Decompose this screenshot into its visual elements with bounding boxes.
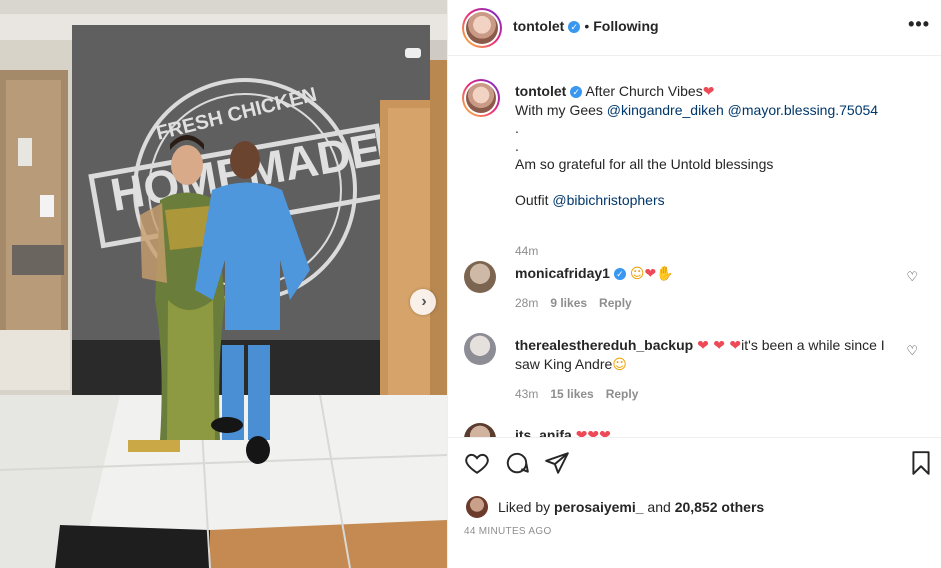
- likes-prefix: Liked by: [498, 499, 555, 515]
- commenter-avatar[interactable]: [464, 261, 496, 293]
- post-header: tontolet ✓ • Following •••: [448, 0, 941, 56]
- next-photo-button[interactable]: ›: [410, 289, 436, 315]
- comment-username[interactable]: monicafriday1: [515, 265, 610, 281]
- photo-scene: HOMEMADE FRESH CHICKEN: [0, 0, 447, 568]
- caption-dot: .: [515, 120, 519, 136]
- comment-likes[interactable]: 15 likes: [550, 387, 593, 401]
- heart-emoji-icon: ❤ ❤ ❤: [697, 338, 742, 354]
- comment-text: monicafriday1 ✓ ☺❤✋: [515, 264, 674, 283]
- like-comment-heart-icon[interactable]: ♡: [906, 343, 918, 359]
- comment-likes[interactable]: 9 likes: [550, 296, 587, 310]
- comment-item: monicafriday1 ✓ ☺❤✋ ♡ 28m 9 likes Reply: [464, 261, 926, 321]
- liker-username[interactable]: perosaiyemi_: [554, 499, 644, 515]
- post-timestamp[interactable]: 44 MINUTES AGO: [464, 526, 552, 537]
- verified-badge-icon: ✓: [570, 86, 583, 99]
- heart-emoji-icon: ❤: [644, 266, 657, 282]
- caption-block: tontolet ✓ After Church Vibes❤ With my Ge…: [462, 77, 926, 258]
- comment-time: 28m: [515, 296, 539, 310]
- commenter-avatar[interactable]: [464, 333, 496, 365]
- share-icon[interactable]: [544, 450, 570, 476]
- more-options-icon[interactable]: •••: [908, 14, 930, 35]
- author-username[interactable]: tontolet: [513, 18, 564, 34]
- likes-count[interactable]: 20,852 others: [675, 499, 765, 515]
- like-comment-heart-icon[interactable]: ♡: [906, 269, 918, 285]
- likes-summary: Liked by perosaiyemi_ and 20,852 others: [498, 499, 764, 515]
- author-avatar[interactable]: [462, 8, 502, 48]
- reply-button[interactable]: Reply: [606, 387, 639, 401]
- verified-badge-icon: ✓: [568, 21, 581, 34]
- comment-item: its_anifa ❤❤❤: [464, 423, 926, 437]
- comment-meta: 43m 15 likes Reply: [515, 387, 650, 401]
- caption-line-3: Am so grateful for all the Untold blessi…: [515, 156, 774, 172]
- comment-text: therealesthereduh_backup ❤ ❤ ❤it's been …: [515, 336, 890, 374]
- star-struck-emoji-icon: ☺: [629, 266, 645, 282]
- caption-avatar[interactable]: [462, 79, 500, 117]
- reply-button[interactable]: Reply: [599, 296, 632, 310]
- heart-emoji-icon: ❤❤❤: [575, 428, 611, 437]
- following-button[interactable]: Following: [593, 18, 658, 34]
- caption-line-2-prefix: With my Gees: [515, 102, 607, 118]
- like-heart-icon[interactable]: [464, 450, 490, 476]
- caption-line-1: After Church Vibes: [585, 83, 703, 99]
- separator-dot: •: [584, 18, 590, 34]
- mention-link[interactable]: @mayor.blessing.75054: [728, 102, 878, 118]
- caption-dot: .: [515, 138, 519, 154]
- liker-avatar[interactable]: [466, 496, 488, 518]
- verified-badge-icon: ✓: [613, 268, 626, 281]
- comment-username[interactable]: its_anifa: [515, 427, 572, 437]
- heart-eyes-emoji-icon: ☺: [612, 357, 627, 373]
- comment-icon[interactable]: [504, 450, 530, 476]
- raised-hands-emoji-icon: ✋: [656, 266, 674, 282]
- commenter-avatar[interactable]: [464, 423, 496, 437]
- comment-item: therealesthereduh_backup ❤ ❤ ❤it's been …: [464, 333, 926, 403]
- caption-time: 44m: [515, 244, 539, 258]
- post-photo[interactable]: HOMEMADE FRESH CHICKEN: [0, 0, 447, 568]
- chevron-right-icon: ›: [421, 293, 427, 310]
- save-bookmark-icon[interactable]: [908, 450, 934, 476]
- heart-emoji-icon: ❤: [702, 84, 715, 100]
- caption-username[interactable]: tontolet: [515, 83, 566, 99]
- header-line: tontolet ✓ • Following: [513, 18, 659, 34]
- post-actions: Liked by perosaiyemi_ and 20,852 others …: [448, 437, 941, 568]
- comment-meta: 28m 9 likes Reply: [515, 296, 644, 310]
- instagram-post-view: HOMEMADE FRESH CHICKEN: [0, 0, 941, 568]
- post-side-panel: tontolet ✓ • Following ••• tontolet ✓ After …: [447, 0, 941, 568]
- mention-link[interactable]: @kingandre_dikeh: [607, 102, 724, 118]
- caption-line-4-prefix: Outfit: [515, 192, 553, 208]
- comment-text: its_anifa ❤❤❤: [515, 426, 611, 437]
- likes-middle: and: [643, 499, 675, 515]
- mention-link[interactable]: @bibichristophers: [552, 192, 664, 208]
- caption-text: tontolet ✓ After Church Vibes❤ With my Ge…: [515, 82, 878, 209]
- comment-username[interactable]: therealesthereduh_backup: [515, 337, 693, 353]
- comments-scroll-area[interactable]: tontolet ✓ After Church Vibes❤ With my Ge…: [448, 57, 941, 437]
- comment-time: 43m: [515, 387, 539, 401]
